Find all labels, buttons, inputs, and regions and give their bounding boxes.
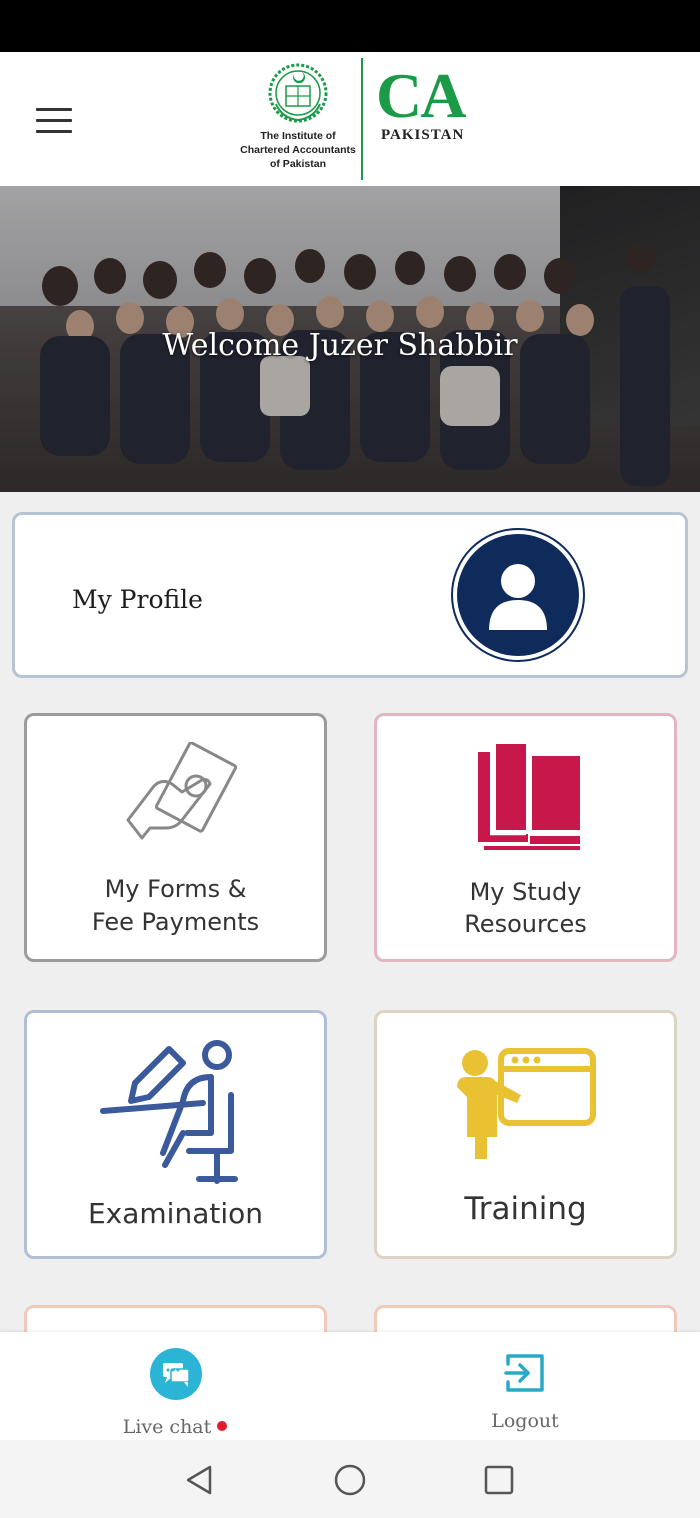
logout-button[interactable]: Logout (425, 1332, 625, 1432)
bottom-nav: Live chat Logout (0, 1332, 700, 1440)
logout-label: Logout (491, 1410, 559, 1432)
hamburger-menu-icon[interactable] (36, 108, 72, 134)
back-icon[interactable] (184, 1464, 216, 1496)
open-book-icon (478, 744, 580, 850)
live-chat-label: Live chat (122, 1416, 212, 1438)
hero-banner: Welcome Juzer Shabbir (0, 186, 700, 492)
user-avatar-icon (451, 528, 585, 662)
notification-dot (217, 1421, 228, 1431)
my-forms-label: My Forms & Fee Payments (91, 875, 260, 936)
live-chat-button[interactable]: Live chat (75, 1332, 275, 1438)
my-forms-fee-payments-tile[interactable]: My Forms & Fee Payments (24, 713, 327, 962)
exam-writing-icon (100, 1040, 238, 1184)
app-header: The Institute of Chartered Accountants o… (0, 52, 700, 186)
ca-logo-text: CA (376, 60, 466, 131)
pakistan-logo-text: PAKISTAN (381, 127, 465, 143)
home-icon[interactable] (334, 1464, 366, 1496)
icap-seal-icon (268, 63, 328, 123)
my-study-label: My Study Resources (464, 878, 587, 938)
chat-bubble-icon (150, 1348, 202, 1400)
status-bar (0, 0, 700, 52)
icap-logo: The Institute of Chartered Accountants o… (240, 58, 490, 180)
recents-icon[interactable] (483, 1464, 515, 1496)
training-tile[interactable]: Training (374, 1010, 677, 1259)
institute-name: The Institute of Chartered Accountants o… (240, 130, 356, 170)
examination-label: Examination (87, 1197, 263, 1230)
presentation-icon (457, 1048, 596, 1159)
my-profile-card[interactable]: My Profile (12, 512, 688, 678)
hand-money-icon (126, 742, 238, 840)
system-nav-bar (0, 1440, 700, 1518)
logout-icon (504, 1354, 544, 1392)
logo-divider (361, 58, 363, 180)
training-label: Training (464, 1191, 587, 1227)
examination-tile[interactable]: Examination (24, 1010, 327, 1259)
my-profile-label: My Profile (72, 585, 203, 614)
welcome-message: Welcome Juzer Shabbir (162, 328, 518, 363)
my-study-resources-tile[interactable]: My Study Resources (374, 713, 677, 962)
